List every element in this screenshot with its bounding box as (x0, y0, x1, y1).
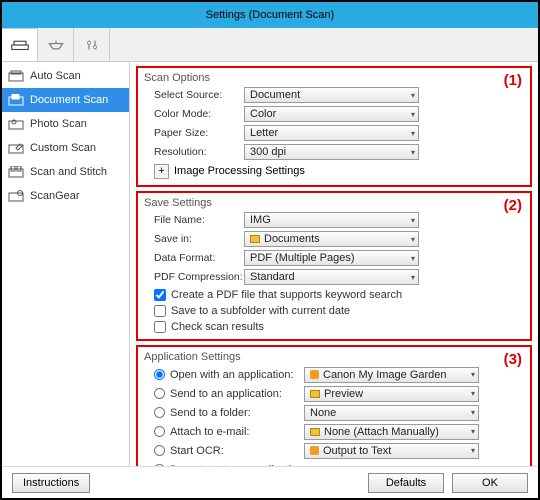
folder-icon (310, 390, 320, 398)
stitch-icon (8, 166, 24, 178)
annotation-3: (3) (504, 351, 522, 368)
document-scan-icon (8, 94, 24, 106)
photo-scan-icon (8, 118, 24, 130)
chevron-down-icon: ▾ (471, 389, 475, 398)
window-title: Settings (Document Scan) (206, 9, 334, 21)
chevron-down-icon: ▾ (411, 254, 415, 263)
sidebar-item-label: Document Scan (30, 94, 108, 106)
sidebar-item-label: ScanGear (30, 190, 80, 202)
sidebar-item-auto-scan[interactable]: Auto Scan (2, 64, 129, 88)
radio-start-ocr[interactable]: Start OCR: (144, 442, 304, 460)
paper-size-dropdown[interactable]: Letter▾ (244, 125, 419, 141)
chevron-down-icon: ▾ (411, 110, 415, 119)
custom-scan-icon (8, 142, 24, 154)
scan-options-group: (1) Scan Options Select Source: Document… (136, 66, 532, 187)
checkbox-keyword-search[interactable]: Create a PDF file that supports keyword … (144, 287, 524, 303)
sidebar-item-scan-and-stitch[interactable]: Scan and Stitch (2, 160, 129, 184)
app-icon (310, 370, 319, 379)
radio-do-not-start[interactable]: Do not start any application (144, 461, 303, 467)
select-source-label: Select Source: (144, 89, 244, 101)
checkbox-check-results[interactable]: Check scan results (144, 319, 524, 335)
paper-size-label: Paper Size: (144, 127, 244, 139)
resolution-label: Resolution: (144, 146, 244, 158)
color-mode-dropdown[interactable]: Color▾ (244, 106, 419, 122)
chevron-down-icon: ▾ (471, 408, 475, 417)
main-panel: (1) Scan Options Select Source: Document… (130, 62, 538, 466)
send-folder-dropdown[interactable]: None▾ (304, 405, 479, 421)
sidebar-item-custom-scan[interactable]: Custom Scan (2, 136, 129, 160)
scan-options-title: Scan Options (144, 72, 524, 84)
instructions-button[interactable]: Instructions (12, 473, 90, 493)
footer: Instructions Defaults OK (2, 466, 538, 498)
sidebar-item-label: Custom Scan (30, 142, 96, 154)
defaults-button[interactable]: Defaults (368, 473, 444, 493)
checkbox-subfolder-date[interactable]: Save to a subfolder with current date (144, 303, 524, 319)
data-format-dropdown[interactable]: PDF (Multiple Pages)▾ (244, 250, 419, 266)
chevron-down-icon: ▾ (411, 235, 415, 244)
top-toolbar (2, 28, 538, 62)
pdf-compression-dropdown[interactable]: Standard▾ (244, 269, 419, 285)
start-ocr-dropdown[interactable]: Output to Text▾ (304, 443, 479, 459)
file-name-label: File Name: (144, 214, 244, 226)
sidebar-item-label: Scan and Stitch (30, 166, 107, 178)
tab-scanner-icon[interactable] (2, 28, 38, 61)
sidebar-item-document-scan[interactable]: Document Scan (2, 88, 129, 112)
select-source-dropdown[interactable]: Document▾ (244, 87, 419, 103)
app-icon (310, 446, 319, 455)
expand-image-processing-button[interactable]: + (154, 164, 169, 179)
radio-open-application[interactable]: Open with an application: (144, 366, 304, 384)
image-processing-label: Image Processing Settings (174, 165, 305, 177)
folder-icon (310, 428, 320, 436)
send-application-dropdown[interactable]: Preview▾ (304, 386, 479, 402)
sidebar-item-scangear[interactable]: ScanGear (2, 184, 129, 208)
open-application-dropdown[interactable]: Canon My Image Garden▾ (304, 367, 479, 383)
chevron-down-icon: ▾ (471, 427, 475, 436)
radio-attach-email[interactable]: Attach to e-mail: (144, 423, 304, 441)
save-in-label: Save in: (144, 233, 244, 245)
folder-icon (250, 235, 260, 243)
chevron-down-icon: ▾ (411, 129, 415, 138)
chevron-down-icon: ▾ (411, 148, 415, 157)
sidebar: Auto Scan Document Scan Photo Scan Custo… (2, 62, 130, 466)
save-settings-title: Save Settings (144, 197, 524, 209)
file-name-field[interactable]: IMG▾ (244, 212, 419, 228)
sidebar-item-label: Auto Scan (30, 70, 81, 82)
save-settings-group: (2) Save Settings File Name: IMG▾ Save i… (136, 191, 532, 341)
data-format-label: Data Format: (144, 252, 244, 264)
chevron-down-icon: ▾ (411, 91, 415, 100)
scangear-icon (8, 190, 24, 202)
chevron-down-icon: ▾ (411, 216, 415, 225)
sidebar-item-photo-scan[interactable]: Photo Scan (2, 112, 129, 136)
window-titlebar: Settings (Document Scan) (2, 2, 538, 28)
color-mode-label: Color Mode: (144, 108, 244, 120)
tab-feeder-icon[interactable] (38, 28, 74, 61)
chevron-down-icon: ▾ (471, 446, 475, 455)
radio-send-application[interactable]: Send to an application: (144, 385, 304, 403)
chevron-down-icon: ▾ (471, 370, 475, 379)
ok-button[interactable]: OK (452, 473, 528, 493)
annotation-2: (2) (504, 197, 522, 214)
chevron-down-icon: ▾ (411, 273, 415, 282)
auto-scan-icon (8, 70, 24, 82)
save-in-dropdown[interactable]: Documents▾ (244, 231, 419, 247)
pdf-compression-label: PDF Compression: (144, 271, 244, 283)
sidebar-item-label: Photo Scan (30, 118, 87, 130)
application-settings-title: Application Settings (144, 351, 524, 363)
attach-email-dropdown[interactable]: None (Attach Manually)▾ (304, 424, 479, 440)
application-settings-group: (3) Application Settings Open with an ap… (136, 345, 532, 466)
annotation-1: (1) (504, 72, 522, 89)
tab-settings-sliders-icon[interactable] (74, 28, 110, 61)
resolution-dropdown[interactable]: 300 dpi▾ (244, 144, 419, 160)
radio-send-folder[interactable]: Send to a folder: (144, 404, 304, 422)
